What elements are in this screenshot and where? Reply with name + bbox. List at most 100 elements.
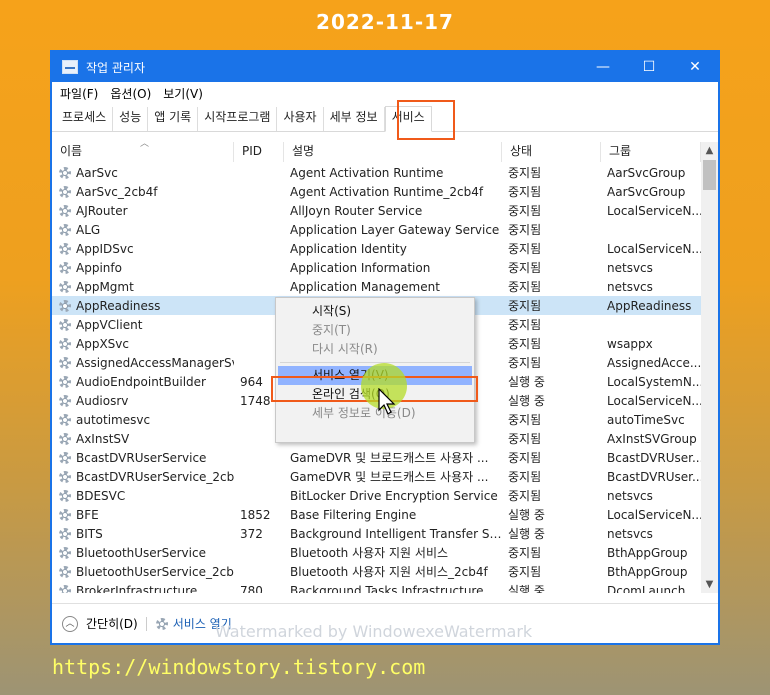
service-gear-icon <box>58 299 72 313</box>
service-name: AssignedAccessManagerSvc <box>76 355 234 370</box>
service-name: AxInstSV <box>76 431 130 446</box>
service-gear-icon <box>58 356 72 370</box>
service-group: LocalServiceN... <box>607 241 701 256</box>
vertical-scrollbar[interactable]: ▲ ▼ <box>701 142 718 593</box>
service-gear-icon <box>58 527 72 541</box>
service-name-cell: Audiosrv <box>52 394 234 408</box>
service-description: Bluetooth 사용자 지원 서비스 <box>290 546 449 560</box>
chevron-up-icon[interactable]: ︿ <box>62 615 78 632</box>
service-group: AarSvcGroup <box>607 165 686 180</box>
tab-startup[interactable]: 시작프로그램 <box>198 107 278 131</box>
footer-divider <box>145 616 147 631</box>
context-stop[interactable]: 중지(T) <box>278 321 472 340</box>
scroll-down-icon[interactable]: ▼ <box>701 576 718 593</box>
service-description: AllJoyn Router Service <box>290 203 423 218</box>
service-group: BthAppGroup <box>607 564 688 579</box>
title-bar[interactable]: 작업 관리자 — ☐ ✕ <box>52 52 718 82</box>
column-pid[interactable]: PID <box>234 142 284 162</box>
service-name: autotimesvc <box>76 412 151 427</box>
column-description[interactable]: 설명 <box>284 142 502 162</box>
service-row[interactable]: BluetoothUserService_2cb4f Bluetooth 사용자 … <box>52 562 704 581</box>
minimize-button[interactable]: — <box>580 52 626 82</box>
service-name: BcastDVRUserService_2cb4f <box>76 469 234 484</box>
service-name-cell: BcastDVRUserService_2cb4f <box>52 470 234 484</box>
service-row[interactable]: BDESVC BitLocker Drive Encryption Service… <box>52 486 704 505</box>
service-row[interactable]: BITS 372 Background Intelligent Transfer S… <box>52 524 704 543</box>
tab-app-history[interactable]: 앱 기록 <box>148 107 199 131</box>
menu-bar: 파일(F) 옵션(O) 보기(V) <box>52 82 718 104</box>
menu-options[interactable]: 옵션(O) <box>110 85 151 102</box>
service-status: 중지됨 <box>508 432 542 446</box>
service-gear-icon <box>58 413 72 427</box>
fewer-details-link[interactable]: 간단히(D) <box>86 615 138 632</box>
service-name: AppReadiness <box>76 298 161 313</box>
gear-icon <box>155 617 169 631</box>
service-name-cell: BDESVC <box>52 489 234 503</box>
service-row[interactable]: ALG Application Layer Gateway Service 중지됨 <box>52 220 704 239</box>
service-status: 실행 중 <box>508 527 545 541</box>
service-gear-icon <box>58 318 72 332</box>
service-name: AarSvc <box>76 165 118 180</box>
service-name-cell: BrokerInfrastructure <box>52 584 234 593</box>
service-group: LocalServiceN... <box>607 393 701 408</box>
window-title: 작업 관리자 <box>86 60 146 75</box>
service-row[interactable]: BrokerInfrastructure 780 Background Tasks … <box>52 581 704 593</box>
scroll-thumb[interactable] <box>703 160 716 190</box>
service-row[interactable]: AarSvc_2cb4f Agent Activation Runtime_2cb… <box>52 182 704 201</box>
service-status: 중지됨 <box>508 204 542 218</box>
column-group[interactable]: 그룹 <box>601 142 701 162</box>
scroll-up-icon[interactable]: ▲ <box>701 142 718 159</box>
service-row[interactable]: AppIDSvc Application Identity 중지됨 LocalServ… <box>52 239 704 258</box>
service-status: 중지됨 <box>508 337 542 351</box>
close-button[interactable]: ✕ <box>672 52 718 82</box>
menu-view[interactable]: 보기(V) <box>163 85 203 102</box>
column-name[interactable]: 이름 <box>52 142 234 162</box>
column-status[interactable]: 상태 <box>502 142 601 162</box>
service-group: BcastDVRUser... <box>607 450 701 465</box>
service-status: 중지됨 <box>508 280 542 294</box>
mouse-pointer-icon <box>378 388 396 415</box>
service-gear-icon <box>58 508 72 522</box>
tab-users[interactable]: 사용자 <box>277 107 324 131</box>
tab-details[interactable]: 세부 정보 <box>324 107 385 131</box>
service-row[interactable]: Appinfo Application Information 중지됨 netsvcs <box>52 258 704 277</box>
service-group: DcomLaunch <box>607 583 686 594</box>
service-name: AppVClient <box>76 317 143 332</box>
column-header: 이름 PID 설명 상태 그룹 <box>52 142 702 162</box>
service-row[interactable]: AarSvc Agent Activation Runtime 중지됨 AarSvcG… <box>52 163 704 182</box>
service-status: 중지됨 <box>508 451 542 465</box>
service-name-cell: AxInstSV <box>52 432 234 446</box>
service-description: Background Tasks Infrastructure Ser... <box>290 583 502 594</box>
tab-processes[interactable]: 프로세스 <box>56 107 114 131</box>
service-description: Application Identity <box>290 241 407 256</box>
service-row[interactable]: AJRouter AllJoyn Router Service 중지됨 LocalSe… <box>52 201 704 220</box>
service-status: 실행 중 <box>508 584 545 593</box>
service-description: Bluetooth 사용자 지원 서비스_2cb4f <box>290 565 488 579</box>
menu-file[interactable]: 파일(F) <box>60 85 98 102</box>
service-row[interactable]: BcastDVRUserService_2cb4f GameDVR 및 브로드캐스… <box>52 467 704 486</box>
maximize-button[interactable]: ☐ <box>626 52 672 82</box>
service-name-cell: BluetoothUserService <box>52 546 234 560</box>
service-name-cell: AarSvc_2cb4f <box>52 185 234 199</box>
service-description: GameDVR 및 브로드캐스트 사용자 ... <box>290 470 489 484</box>
service-row[interactable]: BcastDVRUserService GameDVR 및 브로드캐스트 사용자 … <box>52 448 704 467</box>
tab-performance[interactable]: 성능 <box>113 107 149 131</box>
context-start[interactable]: 시작(S) <box>278 302 472 321</box>
service-row[interactable]: BluetoothUserService Bluetooth 사용자 지원 서비스… <box>52 543 704 562</box>
service-name-cell: autotimesvc <box>52 413 234 427</box>
service-row[interactable]: AppMgmt Application Management 중지됨 netsvcs <box>52 277 704 296</box>
service-name-cell: AppIDSvc <box>52 242 234 256</box>
service-description: Background Intelligent Transfer Ser... <box>290 526 502 541</box>
watermark-text: Watermarked by WindowexeWatermark <box>215 622 533 641</box>
service-group: netsvcs <box>607 260 653 275</box>
service-status: 중지됨 <box>508 299 542 313</box>
service-name: AudioEndpointBuilder <box>76 374 206 389</box>
service-description: Base Filtering Engine <box>290 507 417 522</box>
context-restart[interactable]: 다시 시작(R) <box>278 340 472 359</box>
service-group: AppReadiness <box>607 298 692 313</box>
service-row[interactable]: BFE 1852 Base Filtering Engine 실행 중 LocalSer… <box>52 505 704 524</box>
service-group: netsvcs <box>607 279 653 294</box>
service-gear-icon <box>58 489 72 503</box>
service-name: AppIDSvc <box>76 241 134 256</box>
service-pid: 1852 <box>240 507 271 522</box>
